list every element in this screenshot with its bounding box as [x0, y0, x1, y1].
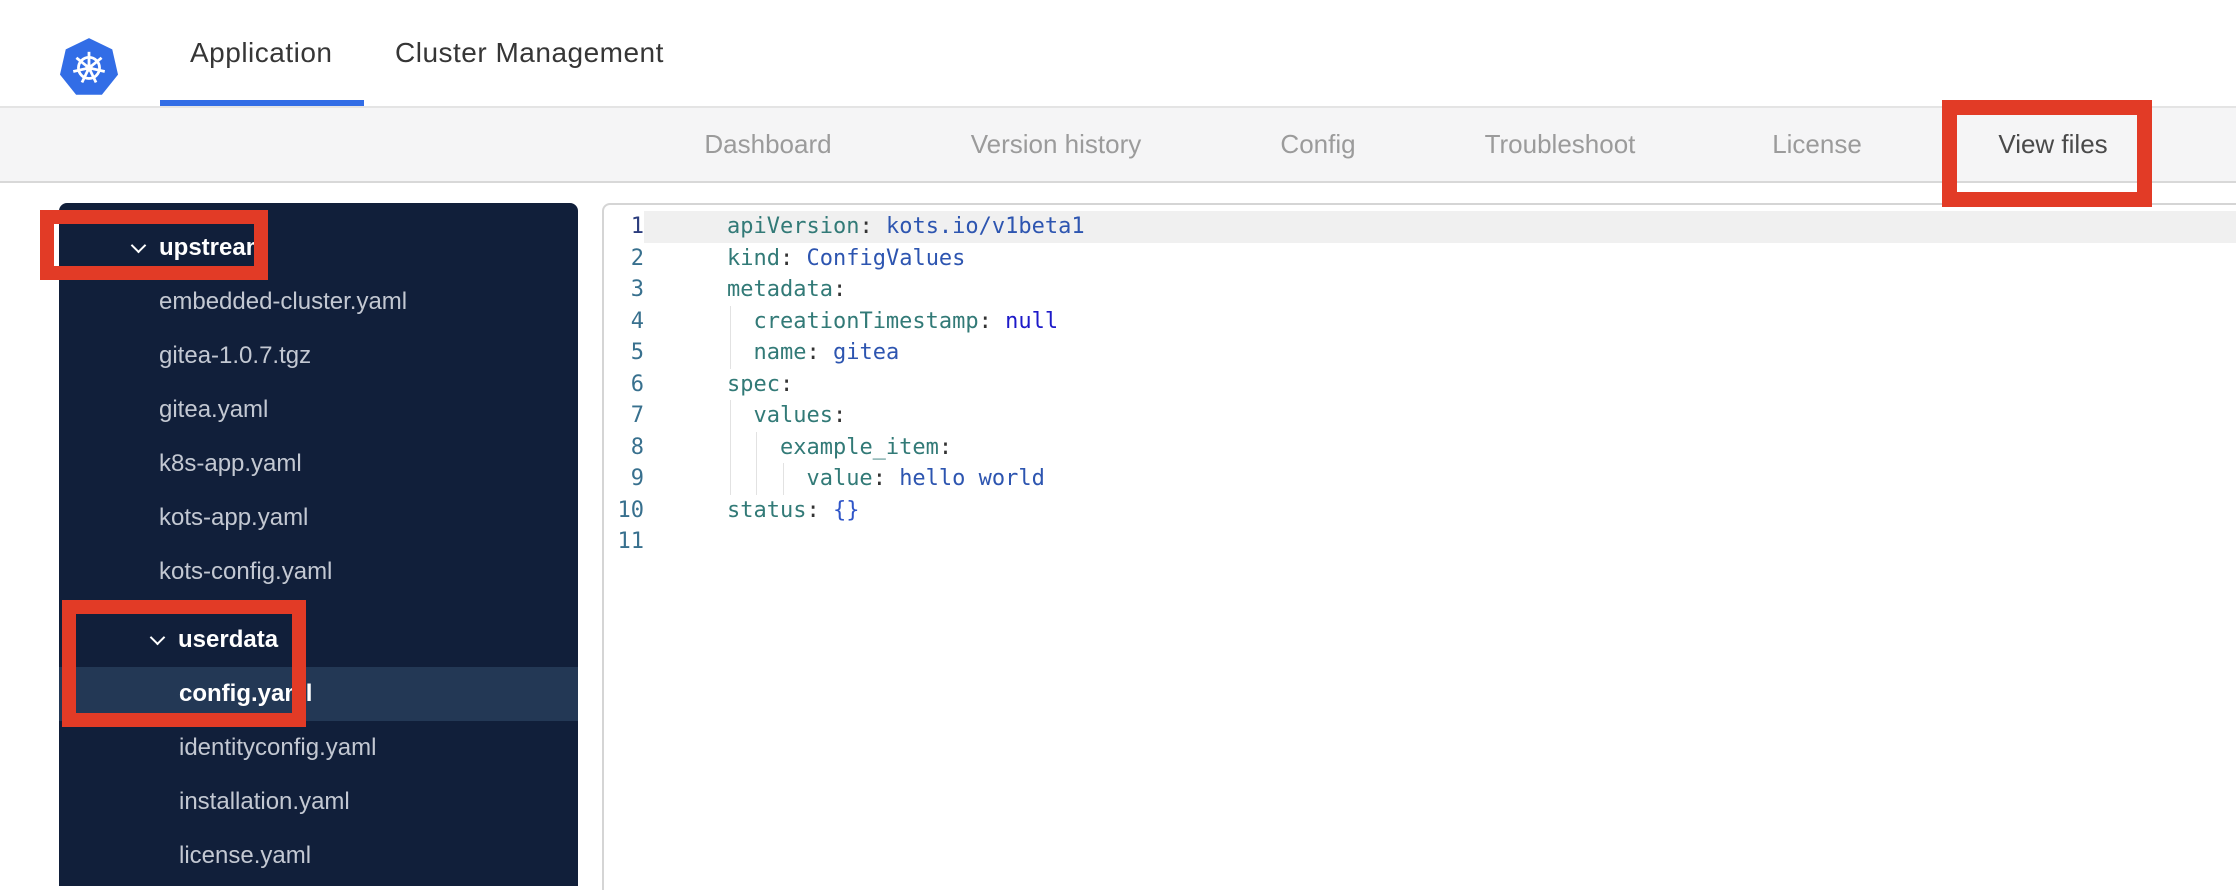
app-subnav: Dashboard Version history Config Troublesho…	[0, 108, 2236, 291]
file-label: kots-config.yaml	[159, 558, 333, 585]
subnav-item-dashboard[interactable]: Dashboard	[704, 108, 831, 181]
line-number: 6	[630, 371, 644, 397]
code-line-text: metadata:	[727, 277, 847, 302]
file-label: gitea.yaml	[159, 396, 269, 423]
kots-admin-console: Application Cluster Management Dashboard…	[0, 0, 2236, 890]
chevron-down-icon[interactable]	[132, 238, 146, 252]
active-tab-underline	[160, 100, 364, 106]
code-line[interactable]: 9 value: hello world	[604, 463, 2236, 495]
code-line-text: status: {}	[727, 497, 860, 523]
indent-guide	[756, 463, 782, 495]
code-line[interactable]: 3 metadata:	[604, 274, 2236, 306]
folder-item-upstream[interactable]: upstream	[59, 221, 578, 275]
line-number: 7	[630, 403, 644, 428]
line-number: 5	[630, 340, 644, 365]
app-header: Application Cluster Management	[0, 0, 2236, 108]
code-line-text: value: hello world	[644, 463, 2236, 495]
folder-label: userdata	[178, 626, 279, 653]
subnav-item-troubleshoot[interactable]: Troubleshoot	[1485, 108, 1636, 181]
file-item-k8s-app.yaml[interactable]: k8s-app.yaml	[59, 437, 578, 491]
line-number: 2	[630, 245, 644, 271]
code-editor[interactable]: 1 apiVersion: kots.io/v1beta1 2 kind: Confi…	[602, 203, 2236, 890]
file-item-embedded-cluster.yaml[interactable]: embedded-cluster.yaml	[59, 275, 578, 329]
subnav-item-license[interactable]: License	[1772, 108, 1862, 181]
subnav-item-version-history[interactable]: Version history	[971, 108, 1142, 181]
indent-guide	[730, 463, 756, 495]
file-item-kots-app.yaml[interactable]: kots-app.yaml	[59, 491, 578, 545]
line-number: 4	[630, 308, 644, 334]
code-line[interactable]: 8 example_item:	[604, 431, 2236, 463]
code-line-text: name: gitea	[644, 337, 2236, 369]
line-number: 9	[630, 466, 644, 491]
code-line-text: apiVersion: kots.io/v1beta1	[644, 211, 2236, 243]
indent-guide	[730, 431, 756, 463]
tab-application[interactable]: Application	[190, 0, 332, 106]
line-number: 3	[630, 277, 644, 302]
code-line-text: creationTimestamp: null	[644, 305, 2236, 337]
file-label: identityconfig.yaml	[179, 734, 377, 761]
file-item-gitea.yaml[interactable]: gitea.yaml	[59, 383, 578, 437]
code-line[interactable]: 1 apiVersion: kots.io/v1beta1	[604, 211, 2236, 243]
line-number: 10	[617, 497, 645, 523]
code-line[interactable]: 7 values:	[604, 400, 2236, 432]
line-number: 8	[630, 434, 644, 460]
file-label: embedded-cluster.yaml	[159, 288, 408, 315]
file-item-identityconfig.yaml[interactable]: identityconfig.yaml	[59, 721, 578, 775]
chevron-down-icon[interactable]	[151, 630, 165, 644]
subnav-item-config[interactable]: Config	[1280, 108, 1355, 181]
code-line-text: values:	[644, 400, 2236, 432]
subnav-item-view-files[interactable]: View files	[1998, 108, 2107, 181]
code-line[interactable]: 4 creationTimestamp: null	[604, 305, 2236, 337]
file-item-installation.yaml[interactable]: installation.yaml	[59, 775, 578, 829]
file-label: config.yaml	[179, 680, 313, 707]
file-item-config.yaml[interactable]: config.yaml	[59, 667, 578, 721]
tab-cluster-management[interactable]: Cluster Management	[395, 0, 664, 106]
file-label: installation.yaml	[179, 788, 350, 815]
code-line-text: spec:	[727, 371, 794, 397]
code-line[interactable]: 5 name: gitea	[604, 337, 2236, 369]
file-label: k8s-app.yaml	[159, 450, 302, 477]
file-tree: upstream embedded-cluster.yaml gitea-1.0.7…	[59, 203, 578, 886]
file-item-license.yaml[interactable]: license.yaml	[59, 829, 578, 883]
file-label: kots-app.yaml	[159, 504, 309, 531]
folder-item-userdata[interactable]: userdata	[59, 613, 578, 667]
code-line[interactable]: 2 kind: ConfigValues	[604, 243, 2236, 275]
line-number: 1	[630, 214, 644, 239]
file-label: gitea-1.0.7.tgz	[159, 342, 312, 369]
kubernetes-logo-icon	[59, 38, 119, 95]
code-line[interactable]: 10 status: {}	[604, 495, 2236, 527]
code-line[interactable]: 6 spec:	[604, 369, 2236, 401]
file-item-kots-config.yaml[interactable]: kots-config.yaml	[59, 545, 578, 599]
code-line-text: kind: ConfigValues	[727, 245, 966, 271]
code-line[interactable]: 11	[604, 526, 2236, 558]
code-line-text: example_item:	[644, 431, 2236, 463]
folder-label: upstream	[159, 234, 268, 261]
file-label: license.yaml	[179, 842, 312, 869]
line-number: 11	[617, 529, 645, 554]
file-item-gitea-1.0.7.tgz[interactable]: gitea-1.0.7.tgz	[59, 329, 578, 383]
